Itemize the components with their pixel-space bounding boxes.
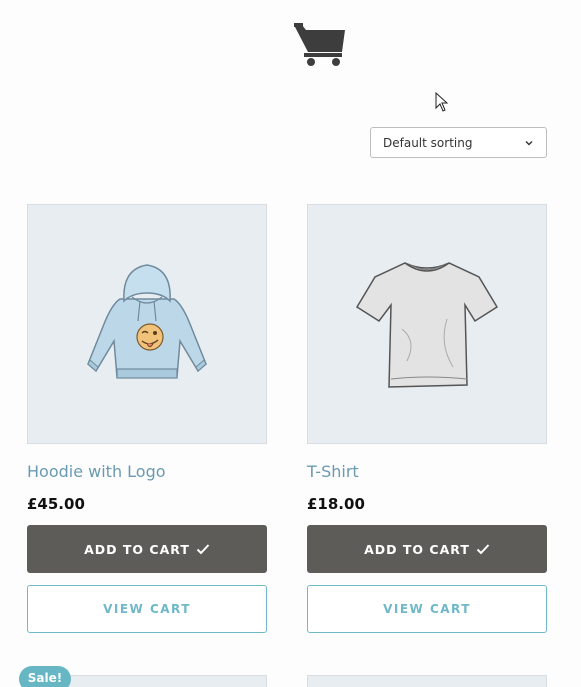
hoodie-image (87, 264, 207, 379)
sort-selected-value: Default sorting (383, 135, 473, 150)
product-image-next-2[interactable] (307, 675, 547, 687)
product-image-tshirt[interactable] (307, 204, 547, 444)
product-card-tshirt: T-Shirt £18.00 ADD TO CART VIEW CART (307, 204, 547, 633)
product-image-hoodie[interactable] (27, 204, 267, 444)
product-price: £45.00 (27, 495, 85, 513)
add-to-cart-button[interactable]: ADD TO CART (27, 525, 267, 573)
checkmark-icon (196, 544, 210, 555)
mouse-cursor-icon (435, 92, 449, 112)
add-to-cart-label: ADD TO CART (364, 541, 470, 557)
product-price: £18.00 (307, 495, 365, 513)
checkmark-icon (476, 544, 490, 555)
sale-badge: Sale! (19, 666, 71, 687)
view-cart-button[interactable]: VIEW CART (27, 585, 267, 633)
product-card-hoodie: Hoodie with Logo £45.00 ADD TO CART VIEW… (27, 204, 267, 633)
add-to-cart-label: ADD TO CART (84, 541, 190, 557)
product-title-link[interactable]: Hoodie with Logo (27, 461, 267, 483)
chevron-down-icon (525, 140, 533, 145)
tshirt-image (355, 262, 499, 388)
shopping-cart-icon[interactable] (292, 20, 348, 68)
view-cart-button[interactable]: VIEW CART (307, 585, 547, 633)
add-to-cart-button[interactable]: ADD TO CART (307, 525, 547, 573)
shop-page: Default sorting Hoodie with Logo £45.00 … (0, 0, 581, 687)
product-title-link[interactable]: T-Shirt (307, 461, 547, 483)
sort-dropdown[interactable]: Default sorting (370, 127, 547, 158)
